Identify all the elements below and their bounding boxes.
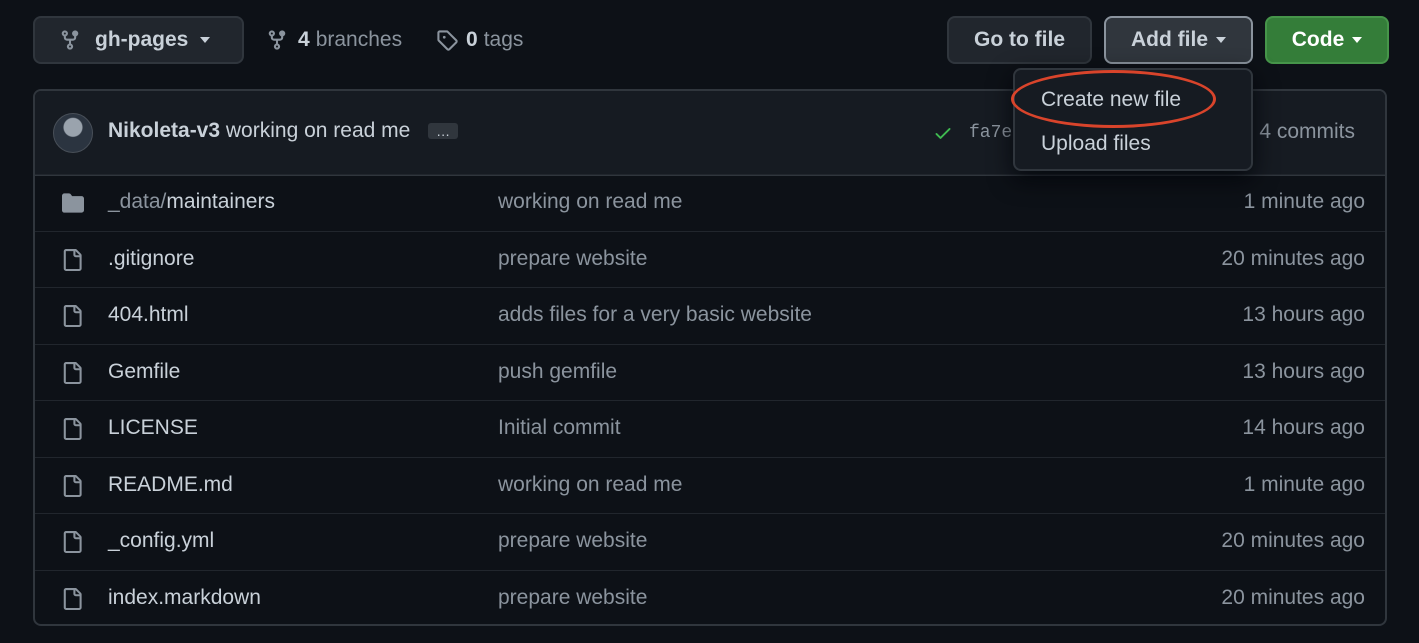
file-row[interactable]: LICENSE Initial commit 14 hours ago xyxy=(35,400,1385,457)
folder-icon xyxy=(61,192,85,219)
file-updated-time: 20 minutes ago xyxy=(1221,585,1365,609)
file-icon xyxy=(61,418,83,445)
check-icon[interactable] xyxy=(933,123,953,143)
file-updated-time: 13 hours ago xyxy=(1242,303,1365,326)
tags-count: 0 xyxy=(466,28,478,51)
go-to-file-label: Go to file xyxy=(974,28,1065,51)
file-icon xyxy=(61,305,83,332)
file-icon xyxy=(61,587,83,615)
file-commit-message[interactable]: working on read me xyxy=(498,473,682,497)
commit-author[interactable]: Nikoleta-v3 xyxy=(108,119,220,142)
branches-count: 4 xyxy=(298,28,310,51)
file-commit-message[interactable]: push gemfile xyxy=(498,360,617,384)
file-row[interactable]: index.markdown prepare website 20 minutes … xyxy=(35,569,1385,625)
branches-label: branches xyxy=(315,28,403,51)
chevron-down-icon xyxy=(1352,37,1363,43)
file-dir: _data/ xyxy=(108,190,167,213)
add-file-dropdown: Create new file Upload files xyxy=(1013,68,1253,171)
go-to-file-button[interactable]: Go to file xyxy=(947,16,1092,64)
add-file-label: Add file xyxy=(1131,28,1208,51)
file-name-link[interactable]: index.markdown xyxy=(108,586,261,610)
file-updated-time: 13 hours ago xyxy=(1242,359,1365,383)
file-icon xyxy=(61,361,83,389)
chevron-down-icon xyxy=(1216,37,1226,43)
file-name: .gitignore xyxy=(108,246,195,270)
commits-count-link[interactable]: 4 commits xyxy=(1259,120,1355,144)
file-row[interactable]: _config.yml prepare website 20 minutes ago xyxy=(35,513,1385,570)
file-commit-message[interactable]: adds files for a very basic website xyxy=(498,303,812,327)
file-commit-message[interactable]: working on read me xyxy=(498,190,682,214)
git-branch-icon xyxy=(268,30,286,50)
file-row[interactable]: Gemfile push gemfile 13 hours ago xyxy=(35,343,1385,401)
commit-sha[interactable]: fa7e xyxy=(969,123,1012,143)
code-button[interactable]: Code xyxy=(1265,16,1389,64)
file-updated-time: 1 minute ago xyxy=(1243,472,1365,496)
file-name: _config.yml xyxy=(108,529,215,552)
file-updated-time: 14 hours ago xyxy=(1242,416,1365,439)
code-label: Code xyxy=(1291,28,1345,51)
branches-link[interactable]: 4 branches xyxy=(266,16,402,64)
tags-label: tags xyxy=(483,28,524,51)
create-new-file-item[interactable]: Create new file xyxy=(1041,88,1181,112)
tags-link[interactable]: 0 tags xyxy=(436,16,523,64)
file-name-link[interactable]: 404.html xyxy=(108,303,189,327)
file-row[interactable]: _data/maintainers working on read me 1 min… xyxy=(35,174,1385,231)
chevron-down-icon xyxy=(200,37,211,43)
file-icon xyxy=(61,248,83,276)
file-name: LICENSE xyxy=(108,416,198,439)
file-name: 404.html xyxy=(108,303,189,326)
file-name-link[interactable]: _data/maintainers xyxy=(108,190,275,214)
file-name: maintainers xyxy=(166,190,275,213)
commit-message[interactable]: working on read me xyxy=(226,119,410,142)
file-name-link[interactable]: .gitignore xyxy=(108,247,194,271)
file-updated-time: 20 minutes ago xyxy=(1221,246,1365,270)
file-row[interactable]: README.md working on read me 1 minute ago xyxy=(35,456,1385,514)
file-updated-time: 1 minute ago xyxy=(1243,190,1365,213)
file-name-link[interactable]: README.md xyxy=(108,473,233,497)
commit-summary: Nikoleta-v3 working on read me … xyxy=(108,119,459,143)
file-icon xyxy=(61,531,83,558)
branch-select-button[interactable]: gh-pages xyxy=(33,16,244,64)
file-name: Gemfile xyxy=(108,359,181,383)
file-name-link[interactable]: LICENSE xyxy=(108,416,198,440)
avatar[interactable] xyxy=(53,113,93,153)
file-commit-message[interactable]: prepare website xyxy=(498,247,647,271)
file-name: index.markdown xyxy=(108,585,261,609)
file-commit-message[interactable]: Initial commit xyxy=(498,416,621,440)
branch-name: gh-pages xyxy=(95,28,189,51)
file-updated-time: 20 minutes ago xyxy=(1221,529,1365,552)
git-branch-icon xyxy=(61,30,79,50)
file-commit-message[interactable]: prepare website xyxy=(498,586,647,610)
file-row[interactable]: .gitignore prepare website 20 minutes ago xyxy=(35,230,1385,288)
file-name: README.md xyxy=(108,472,233,496)
file-icon xyxy=(61,474,83,502)
tag-icon xyxy=(437,30,458,51)
commit-expand-button[interactable]: … xyxy=(428,123,459,140)
file-name-link[interactable]: _config.yml xyxy=(108,529,214,553)
file-commit-message[interactable]: prepare website xyxy=(498,529,647,553)
file-name-link[interactable]: Gemfile xyxy=(108,360,180,384)
upload-files-item[interactable]: Upload files xyxy=(1041,132,1151,156)
file-row[interactable]: 404.html adds files for a very basic webs… xyxy=(35,287,1385,344)
add-file-button[interactable]: Add file xyxy=(1104,16,1253,64)
